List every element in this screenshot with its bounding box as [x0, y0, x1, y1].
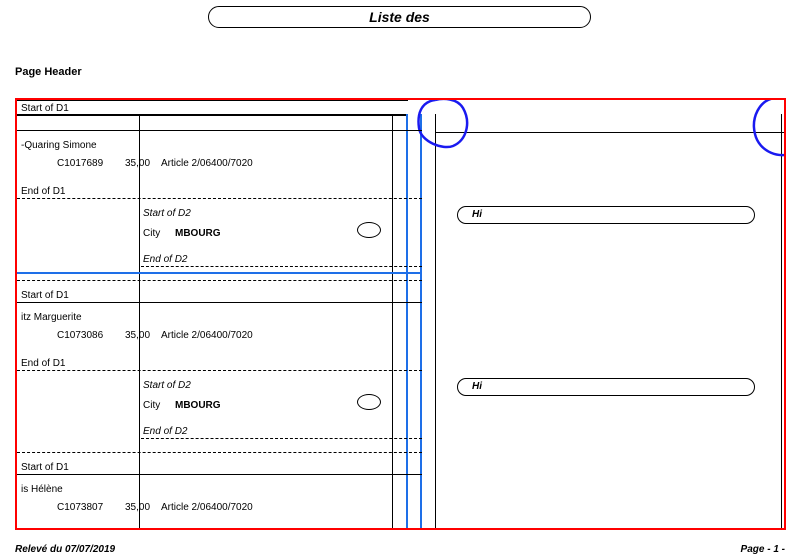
report-page: Start of D1 -Quaring Simone C1017689 35,… [15, 98, 786, 530]
record-amount: 35,00 [125, 502, 150, 513]
dash-rule [17, 370, 422, 371]
rule [17, 302, 422, 303]
end-d1-label: End of D1 [21, 186, 65, 197]
blue-rule [17, 272, 422, 274]
record-article: Article 2/06400/7020 [161, 502, 253, 513]
record-article: Article 2/06400/7020 [161, 158, 253, 169]
city-value: MBOURG [175, 228, 221, 239]
hi-box: Hi [457, 378, 755, 396]
dash-rule [141, 266, 422, 267]
vertical-rule [392, 114, 393, 528]
start-d2-label: Start of D2 [143, 380, 191, 391]
rule [17, 474, 422, 475]
city-label: City [143, 400, 160, 411]
start-d2-label: Start of D2 [143, 208, 191, 219]
dash-rule [17, 280, 422, 281]
vertical-rule [435, 114, 436, 528]
report-title: Liste des [208, 6, 591, 28]
city-label: City [143, 228, 160, 239]
dash-rule [141, 438, 422, 439]
record-article: Article 2/06400/7020 [161, 330, 253, 341]
hi-box: Hi [457, 206, 755, 224]
page-header-label: Page Header [15, 66, 82, 78]
oval-marker [357, 394, 381, 410]
record-amount: 35,00 [125, 330, 150, 341]
end-d2-label: End of D2 [143, 426, 187, 437]
rule [435, 132, 785, 133]
vertical-rule [139, 114, 140, 528]
city-value: MBOURG [175, 400, 221, 411]
footer-page-number: Page - 1 - [741, 544, 785, 555]
rule [17, 114, 408, 116]
vertical-rule [781, 114, 782, 528]
record-name: is Hélène [21, 484, 63, 495]
record-amount: 35,00 [125, 158, 150, 169]
record-name: itz Marguerite [21, 312, 82, 323]
end-d2-label: End of D2 [143, 254, 187, 265]
rule [17, 130, 422, 131]
record-code: C1017689 [57, 158, 103, 169]
vertical-rule-blue [406, 114, 408, 528]
annotation-circle [747, 98, 786, 164]
annotation-circle [413, 98, 477, 154]
vertical-rule-blue [420, 114, 422, 528]
dash-rule [17, 198, 422, 199]
footer-date: Relevé du 07/07/2019 [15, 544, 115, 555]
dash-rule [17, 452, 422, 453]
end-d1-label: End of D1 [21, 358, 65, 369]
start-d1-label: Start of D1 [21, 103, 69, 114]
start-d1-label: Start of D1 [21, 290, 69, 301]
oval-marker [357, 222, 381, 238]
rule [17, 100, 408, 101]
record-code: C1073086 [57, 330, 103, 341]
start-d1-label: Start of D1 [21, 462, 69, 473]
record-name: -Quaring Simone [21, 140, 97, 151]
record-code: C1073807 [57, 502, 103, 513]
